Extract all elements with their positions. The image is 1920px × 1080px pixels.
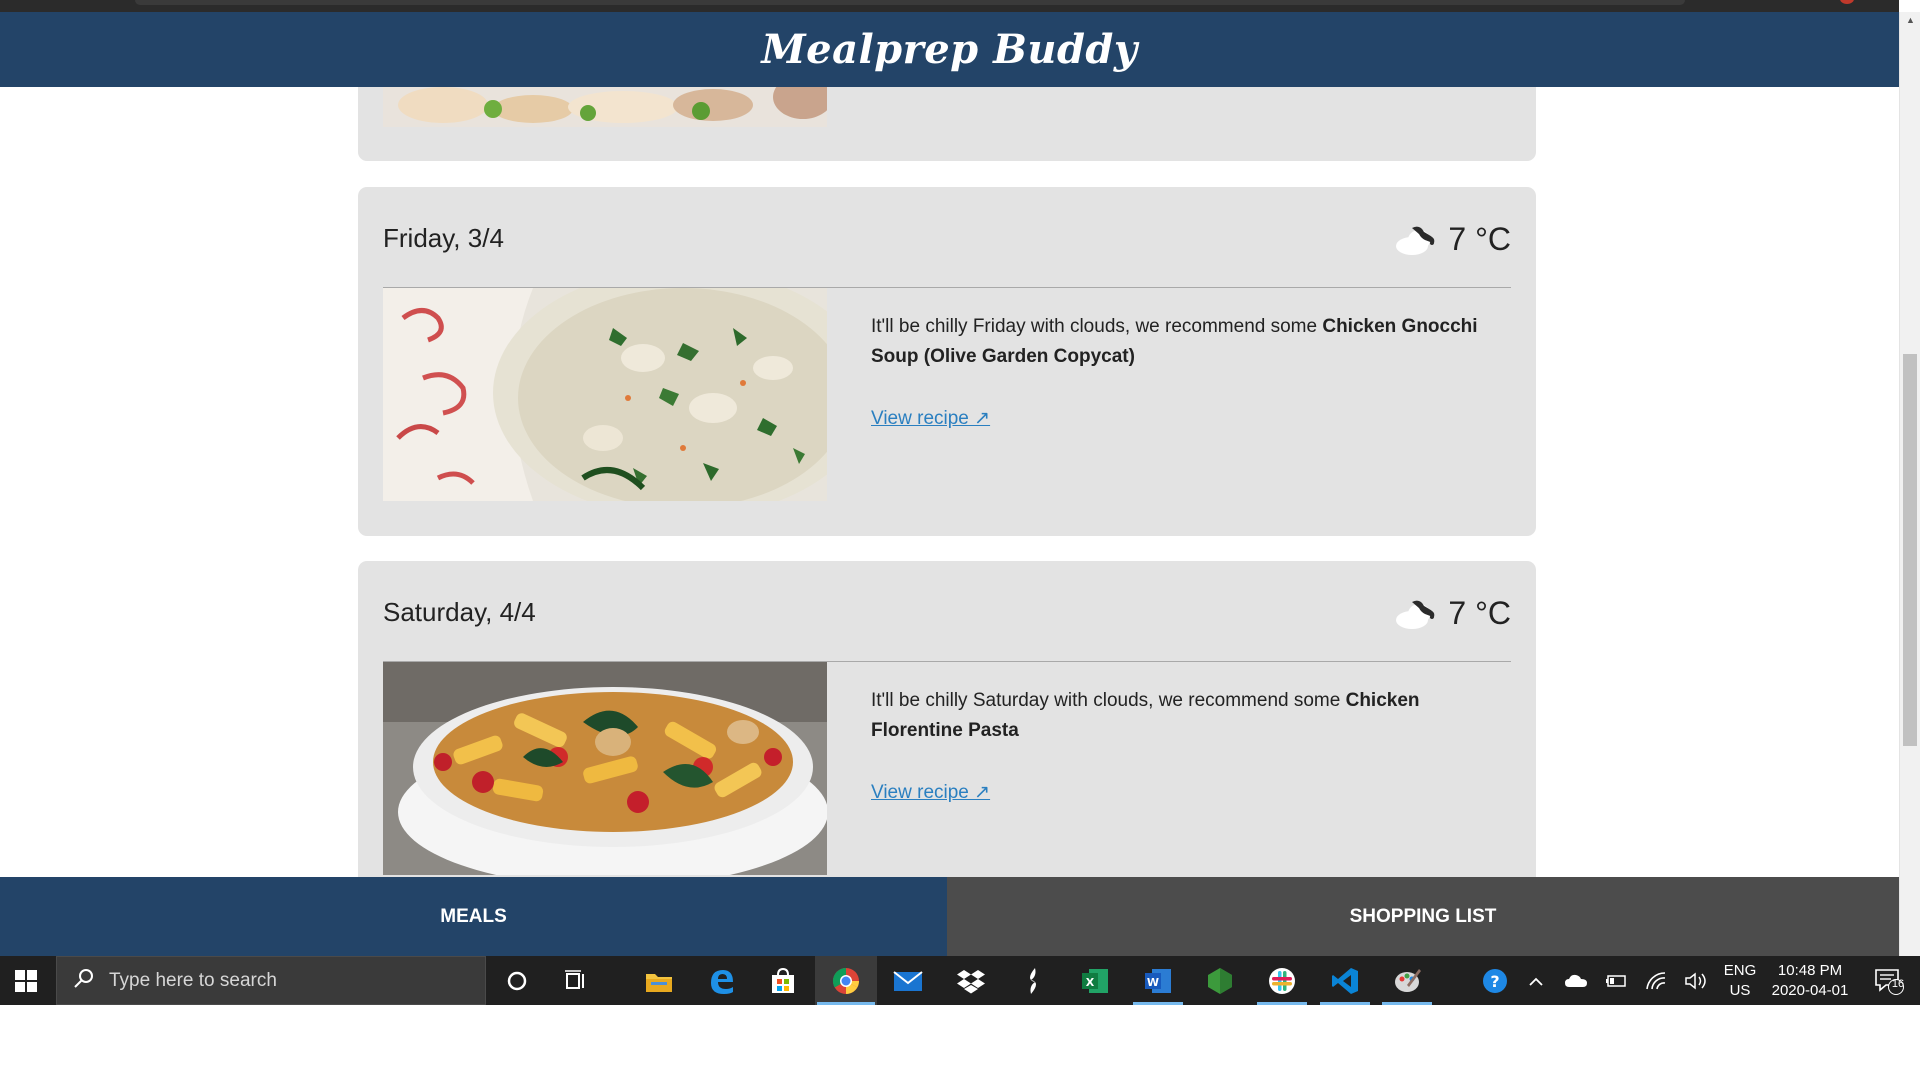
dropbox-icon[interactable] [940, 956, 1002, 1005]
clock-time: 10:48 PM [1777, 961, 1843, 979]
bottom-navigation: MEALS SHOPPING LIST [0, 877, 1899, 956]
svg-text:?: ? [1490, 972, 1499, 991]
mail-icon[interactable] [877, 956, 939, 1005]
tab-shopping-list[interactable]: SHOPPING LIST [947, 877, 1899, 956]
browser-viewport: Mealprep Buddy Friday, 3/4 7 °C It'll be… [0, 0, 1920, 1005]
meal-list: Friday, 3/4 7 °C It'll be chilly Friday … [0, 87, 1899, 877]
svg-text:X: X [1086, 976, 1095, 989]
view-recipe-link[interactable]: View recipe ↗ [871, 781, 990, 804]
meal-card-saturday: Saturday, 4/4 7 °C It'll be chilly Satur… [358, 561, 1536, 877]
language-code: ENG [1723, 961, 1757, 979]
app-icon[interactable] [1002, 956, 1064, 1005]
file-explorer-icon[interactable] [628, 956, 690, 1005]
description-text: It'll be chilly Saturday with clouds, we… [871, 690, 1346, 711]
scrollbar-thumb[interactable] [1903, 354, 1917, 746]
scroll-up-arrow-icon[interactable]: ▲ [1900, 12, 1920, 29]
clock[interactable]: 10:48 PM 2020-04-01 [1764, 956, 1856, 1005]
description-text: It'll be chilly Friday with clouds, we r… [871, 316, 1323, 337]
app-logo-title[interactable]: Mealprep Buddy [761, 26, 1137, 73]
temperature: 7 °C [1448, 595, 1511, 631]
svg-text:W: W [1147, 976, 1159, 989]
cloudy-night-icon [1392, 592, 1442, 635]
windows-start-icon[interactable] [0, 956, 52, 1005]
address-bar-edge[interactable] [135, 0, 1685, 5]
volume-icon[interactable] [1676, 956, 1716, 1005]
card-header: Saturday, 4/4 7 °C [383, 561, 1511, 662]
meal-image-previous [383, 87, 827, 127]
notification-count-badge: 16 [1891, 978, 1905, 990]
view-recipe-link[interactable]: View recipe ↗ [871, 407, 990, 430]
chrome-icon[interactable] [815, 956, 877, 1005]
weather-info: 7 °C [1392, 592, 1511, 635]
search-icon [73, 967, 95, 995]
meal-image-chicken-gnocchi-soup [383, 288, 827, 501]
wifi-icon[interactable] [1636, 956, 1676, 1005]
card-header: Friday, 3/4 7 °C [383, 187, 1511, 288]
clock-date: 2020-04-01 [1771, 981, 1849, 999]
region-code: US [1729, 981, 1751, 999]
meal-description: It'll be chilly Saturday with clouds, we… [871, 686, 1511, 746]
windows-taskbar: Type here to search X W ? ENG US 10:48 P… [0, 956, 1920, 1005]
slack-icon[interactable] [1251, 956, 1313, 1005]
cortana-icon[interactable] [486, 956, 548, 1005]
meal-card-friday: Friday, 3/4 7 °C It'll be chilly Friday … [358, 187, 1536, 536]
search-placeholder: Type here to search [109, 969, 277, 991]
taskbar-search-input[interactable]: Type here to search [56, 956, 486, 1005]
action-center-notifications-icon[interactable]: 16 [1864, 956, 1914, 1005]
help-icon[interactable]: ? [1476, 956, 1516, 1005]
input-language-indicator[interactable]: ENG US [1716, 956, 1764, 1005]
vertical-scrollbar[interactable]: ▲ ▼ [1899, 12, 1920, 1005]
vscode-icon[interactable] [1314, 956, 1376, 1005]
profile-badge-icon[interactable] [1840, 0, 1854, 4]
app-header: Mealprep Buddy [0, 12, 1899, 87]
cloudy-night-icon [1392, 218, 1442, 261]
excel-icon[interactable]: X [1064, 956, 1126, 1005]
paint-icon[interactable] [1376, 956, 1438, 1005]
task-view-icon[interactable] [545, 956, 607, 1005]
meal-image-chicken-florentine-pasta [383, 662, 827, 875]
weather-info: 7 °C [1392, 218, 1511, 261]
battery-icon[interactable] [1596, 956, 1636, 1005]
edge-icon[interactable] [690, 956, 752, 1005]
show-hidden-icons-chevron-up-icon[interactable] [1518, 956, 1554, 1005]
nodejs-icon[interactable] [1189, 956, 1251, 1005]
tab-meals[interactable]: MEALS [0, 877, 947, 956]
meal-description: It'll be chilly Friday with clouds, we r… [871, 312, 1511, 372]
day-label: Friday, 3/4 [383, 223, 504, 253]
word-icon[interactable]: W [1127, 956, 1189, 1005]
meal-card-previous [358, 87, 1536, 161]
temperature: 7 °C [1448, 221, 1511, 257]
browser-chrome-strip [0, 0, 1899, 12]
day-label: Saturday, 4/4 [383, 597, 536, 627]
onedrive-cloud-icon[interactable] [1556, 956, 1596, 1005]
store-icon[interactable] [752, 956, 814, 1005]
